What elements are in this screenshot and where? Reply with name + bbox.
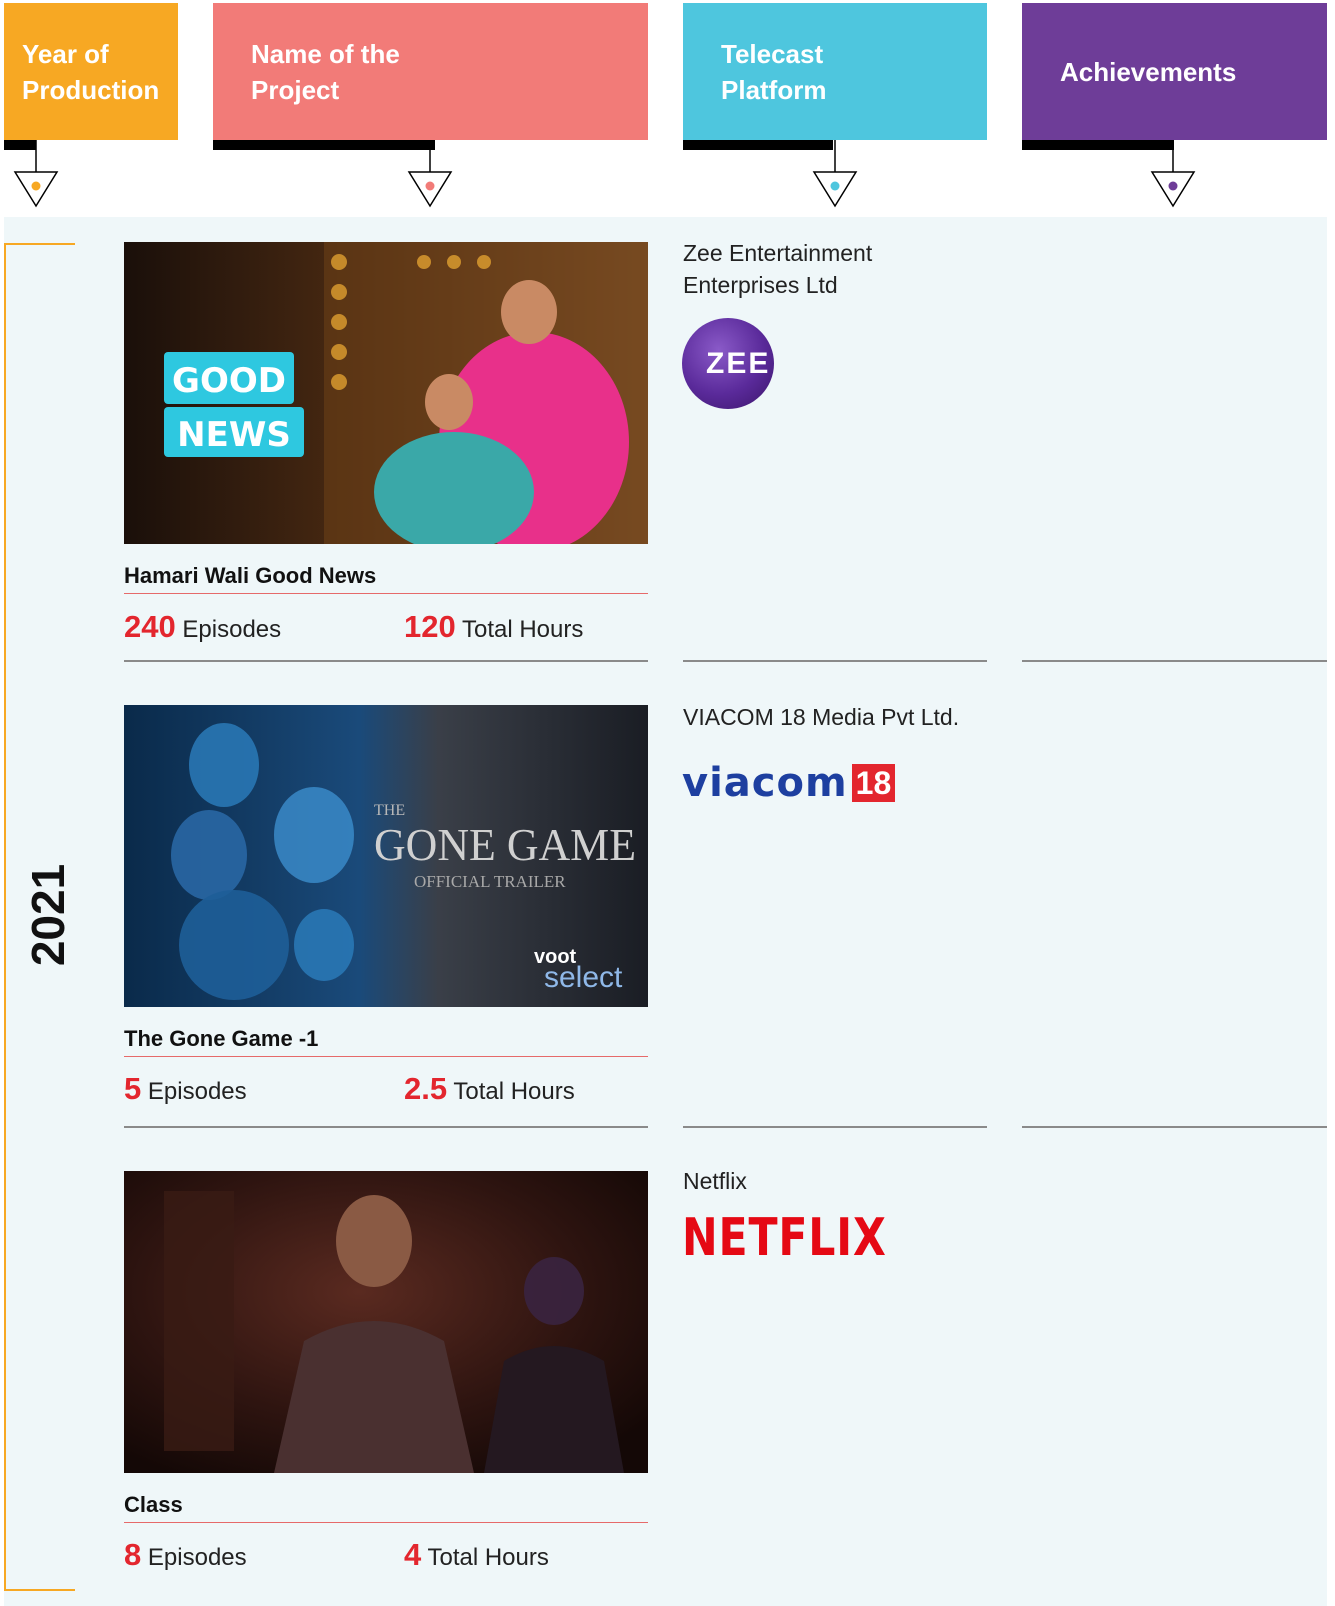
project-title: Hamari Wali Good News [124, 563, 648, 594]
thumbnail-caption: NEWS [177, 415, 291, 455]
header-name-of-project: Name of the Project [213, 3, 648, 140]
header-telecast-line2: Platform [721, 74, 827, 105]
row-divider [683, 1126, 987, 1128]
episodes-count: 5 [124, 1071, 142, 1106]
header-underline-bar [213, 140, 435, 150]
row-divider [124, 1126, 648, 1128]
thumbnail-caption: OFFICIAL TRAILER [414, 872, 566, 891]
hours-stat: 4 Total Hours [404, 1537, 549, 1573]
production-year: 2021 [22, 863, 74, 967]
thumbnail-caption: THE [374, 802, 405, 819]
header-achievements-label: Achievements [1060, 56, 1237, 87]
project-title: The Gone Game -1 [124, 1026, 648, 1057]
thumbnail-caption: GONE GAME [374, 819, 636, 870]
hours-label: Total Hours [427, 1544, 549, 1571]
header-year-line1: Year of [22, 38, 109, 69]
viacom-logo-text: viacom [682, 760, 848, 806]
hours-label: Total Hours [453, 1078, 575, 1105]
episodes-stat: 5 Episodes [124, 1071, 247, 1107]
hours-count: 120 [404, 609, 456, 644]
episodes-count: 8 [124, 1537, 142, 1572]
down-pointer-icon [407, 140, 453, 208]
hours-count: 2.5 [404, 1071, 448, 1106]
row-divider [1022, 1126, 1327, 1128]
row-divider [1022, 660, 1327, 662]
down-pointer-icon [13, 140, 59, 208]
viacom-logo-number: 18 [851, 764, 896, 802]
episodes-label: Episodes [182, 616, 282, 643]
header-year-line2: Production [22, 74, 160, 105]
project-thumbnail-good-news[interactable]: GOOD NEWS [124, 242, 648, 544]
header-year-of-production: Year of Production [4, 3, 178, 140]
episodes-stat: 8 Episodes [124, 1537, 247, 1573]
hours-count: 4 [404, 1537, 422, 1572]
telecast-platform-name: Netflix [683, 1168, 747, 1194]
episodes-count: 240 [124, 609, 176, 644]
thumbnail-caption: select [544, 961, 623, 994]
thumbnail-caption: GOOD [172, 361, 286, 401]
zee-logo-text: ZEE [706, 346, 771, 380]
down-pointer-icon [812, 140, 858, 208]
netflix-logo: NETFLIX [682, 1208, 887, 1268]
project-title: Class [124, 1492, 648, 1523]
hours-stat: 2.5 Total Hours [404, 1071, 575, 1107]
viacom18-logo: viacom 18 [682, 760, 896, 806]
telecast-platform-name: VIACOM 18 Media Pvt Ltd. [683, 704, 960, 730]
header-achievements: Achievements [1022, 3, 1327, 140]
row-divider [683, 660, 987, 662]
zee-logo: ZEE [682, 318, 774, 409]
episodes-label: Episodes [147, 1544, 247, 1571]
header-telecast-platform: Telecast Platform [683, 3, 987, 140]
episodes-label: Episodes [147, 1078, 247, 1105]
hours-label: Total Hours [461, 616, 584, 643]
header-name-line2: Project [251, 74, 340, 105]
episodes-stat: 240 Episodes [124, 609, 281, 645]
header-telecast-line1: Telecast [721, 38, 824, 69]
header-name-line1: Name of the [251, 38, 400, 69]
telecast-platform-name: Zee Entertainment Enterprises Ltd [683, 237, 983, 301]
project-thumbnail-gone-game[interactable]: THE GONE GAME OFFICIAL TRAILER voot sele… [124, 705, 648, 1007]
hours-stat: 120 Total Hours [404, 609, 583, 645]
down-pointer-icon [1150, 140, 1196, 208]
row-divider [124, 660, 648, 662]
project-thumbnail-class[interactable] [124, 1171, 648, 1473]
platform-line1: Zee Entertainment [683, 240, 873, 266]
platform-line2: Enterprises Ltd [683, 272, 838, 298]
